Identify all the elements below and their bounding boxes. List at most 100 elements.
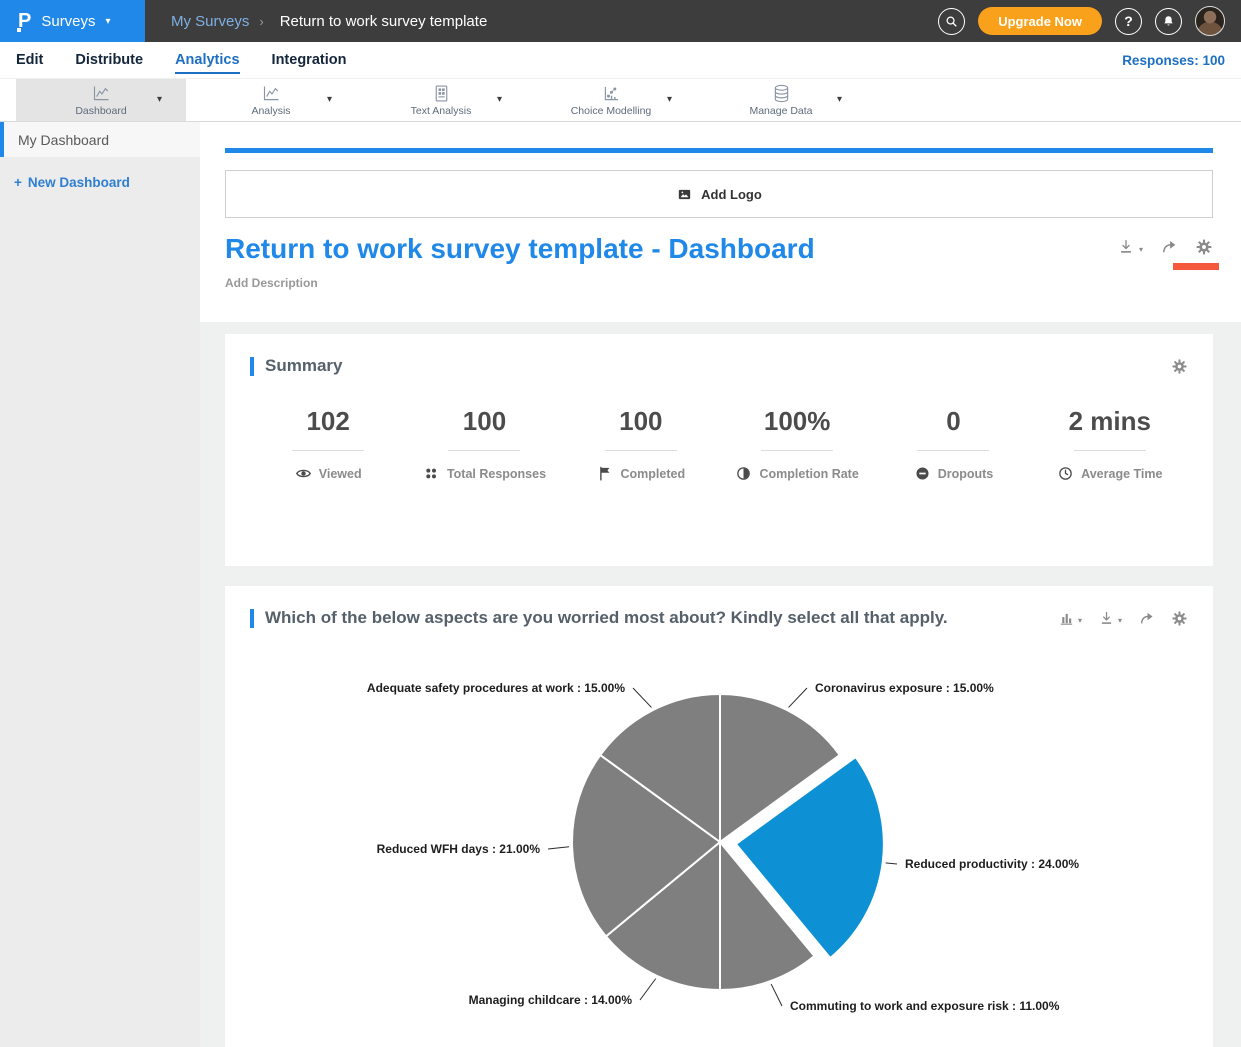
- toolbar-item-choice-modelling[interactable]: Choice Modelling ▾: [526, 79, 696, 121]
- add-logo-button[interactable]: Add Logo: [225, 170, 1213, 218]
- stat-label: Completed: [621, 467, 686, 481]
- summary-heading: Summary: [265, 356, 342, 376]
- divider: [292, 450, 364, 451]
- top-bar: P Surveys ▾ My Surveys › Return to work …: [0, 0, 1241, 42]
- pie-leader-line: [640, 979, 656, 1000]
- help-icon: ?: [1124, 13, 1133, 29]
- toolbar-item-dashboard[interactable]: Dashboard ▾: [16, 79, 186, 121]
- download-icon[interactable]: [1098, 610, 1115, 627]
- chevron-down-icon[interactable]: ▾: [667, 94, 672, 105]
- pie-leader-line: [886, 863, 897, 864]
- toolbar-item-label: Analysis: [251, 105, 290, 117]
- summary-card: Summary 102Viewed100Total Responses100Co…: [225, 334, 1213, 566]
- page-title[interactable]: Return to work survey template - Dashboa…: [225, 232, 815, 266]
- new-dashboard-button[interactable]: + New Dashboard: [0, 175, 200, 190]
- pie-label: Managing childcare : 14.00%: [469, 993, 633, 1007]
- chevron-down-icon[interactable]: ▾: [497, 94, 502, 105]
- product-name: Surveys: [41, 13, 95, 30]
- notifications-button[interactable]: [1155, 8, 1182, 35]
- pie-leader-line: [789, 688, 807, 707]
- scatter-icon: [601, 83, 622, 104]
- breadcrumb-current-survey: Return to work survey template: [280, 13, 488, 30]
- share-icon[interactable]: [1160, 238, 1178, 256]
- stat-label: Dropouts: [938, 467, 994, 481]
- settings-highlight-underline: [1173, 263, 1219, 270]
- chevron-down-icon[interactable]: ▾: [837, 94, 842, 105]
- new-dashboard-label: New Dashboard: [28, 175, 130, 190]
- stat-label: Completion Rate: [759, 467, 858, 481]
- stat-total-responses: 100 Total Responses: [406, 406, 562, 482]
- dashboard-actions: ▾: [1117, 232, 1213, 256]
- user-avatar[interactable]: [1195, 6, 1225, 36]
- chevron-down-icon[interactable]: ▾: [1118, 616, 1122, 625]
- gear-icon[interactable]: [1171, 358, 1188, 375]
- chart-type-icon[interactable]: [1058, 610, 1075, 627]
- question-chart-card: Which of the below aspects are you worri…: [225, 586, 1213, 1047]
- line-chart-icon: [91, 83, 112, 104]
- database-icon: [771, 83, 792, 104]
- accent-bar: [250, 609, 254, 628]
- eye-icon: [295, 465, 312, 482]
- sidebar-item-my-dashboard[interactable]: My Dashboard: [0, 122, 200, 157]
- chevron-down-icon[interactable]: ▾: [327, 94, 332, 105]
- tab-integration[interactable]: Integration: [272, 46, 347, 74]
- bell-icon: [1161, 14, 1176, 29]
- stat-value: 102: [250, 406, 406, 436]
- toolbar-item-label: Dashboard: [75, 105, 126, 117]
- chevron-down-icon[interactable]: ▾: [1078, 616, 1082, 625]
- stat-value: 100: [563, 406, 719, 436]
- dots-icon: [423, 465, 440, 482]
- dashboard-accent-bar: [225, 148, 1213, 153]
- toolbar-item-label: Manage Data: [749, 105, 812, 117]
- stat-completion-rate: 100% Completion Rate: [719, 406, 875, 482]
- pie-label: Reduced WFH days : 21.00%: [377, 842, 541, 856]
- stat-label: Total Responses: [447, 467, 546, 481]
- analytics-toolbar: Dashboard▾Analysis▾Text Analysis▾Choice …: [0, 78, 1241, 122]
- dashboard-sidebar: My Dashboard + New Dashboard: [0, 122, 200, 1047]
- tab-distribute[interactable]: Distribute: [75, 46, 143, 74]
- tab-analytics[interactable]: Analytics: [175, 46, 239, 74]
- search-button[interactable]: [938, 8, 965, 35]
- stat-completed: 100 Completed: [563, 406, 719, 482]
- half-circle-icon: [735, 465, 752, 482]
- gear-icon[interactable]: [1171, 610, 1188, 627]
- pie-label: Adequate safety procedures at work : 15.…: [367, 681, 625, 695]
- toolbar-item-text-analysis[interactable]: Text Analysis ▾: [356, 79, 526, 121]
- chevron-down-icon[interactable]: ▾: [1139, 245, 1143, 254]
- divider: [448, 450, 520, 451]
- clock-icon: [1057, 465, 1074, 482]
- toolbar-item-analysis[interactable]: Analysis ▾: [186, 79, 356, 121]
- divider: [1074, 450, 1146, 451]
- product-switcher[interactable]: P Surveys ▾: [0, 0, 145, 42]
- pie-chart: Coronavirus exposure : 15.00%Reduced pro…: [250, 634, 1188, 1029]
- pie-leader-line: [633, 688, 651, 707]
- questionpro-logo-icon: P: [18, 11, 31, 31]
- stat-average-time: 2 minsAverage Time: [1032, 406, 1188, 482]
- pie-label: Commuting to work and exposure risk : 11…: [790, 999, 1060, 1013]
- toolbar-item-manage-data[interactable]: Manage Data ▾: [696, 79, 866, 121]
- divider: [605, 450, 677, 451]
- stat-value: 100: [406, 406, 562, 436]
- survey-nav: Edit Distribute Analytics Integration Respo…: [0, 42, 1241, 78]
- help-button[interactable]: ?: [1115, 8, 1142, 35]
- responses-count[interactable]: Responses: 100: [1122, 53, 1225, 68]
- breadcrumb: My Surveys › Return to work survey templ…: [171, 13, 487, 30]
- breadcrumb-my-surveys[interactable]: My Surveys: [171, 13, 249, 30]
- upgrade-now-button[interactable]: Upgrade Now: [978, 7, 1102, 35]
- share-icon[interactable]: [1138, 610, 1155, 627]
- survey-nav-tabs: Edit Distribute Analytics Integration: [16, 46, 346, 74]
- pie-label: Reduced productivity : 24.00%: [905, 857, 1079, 871]
- add-description-button[interactable]: Add Description: [225, 276, 1241, 290]
- stat-value: 100%: [719, 406, 875, 436]
- stat-dropouts: 0Dropouts: [875, 406, 1031, 482]
- gear-icon[interactable]: [1195, 238, 1213, 256]
- chevron-down-icon[interactable]: ▾: [157, 94, 162, 105]
- tab-edit[interactable]: Edit: [16, 46, 43, 74]
- doc-grid-icon: [431, 83, 452, 104]
- dashboard-main: Add Logo Return to work survey template …: [200, 122, 1241, 1047]
- download-icon[interactable]: [1117, 238, 1135, 256]
- toolbar-item-label: Text Analysis: [411, 105, 472, 117]
- toolbar-item-label: Choice Modelling: [571, 105, 652, 117]
- summary-stats: 102Viewed100Total Responses100Completed1…: [250, 406, 1188, 482]
- pie-leader-line: [771, 984, 782, 1006]
